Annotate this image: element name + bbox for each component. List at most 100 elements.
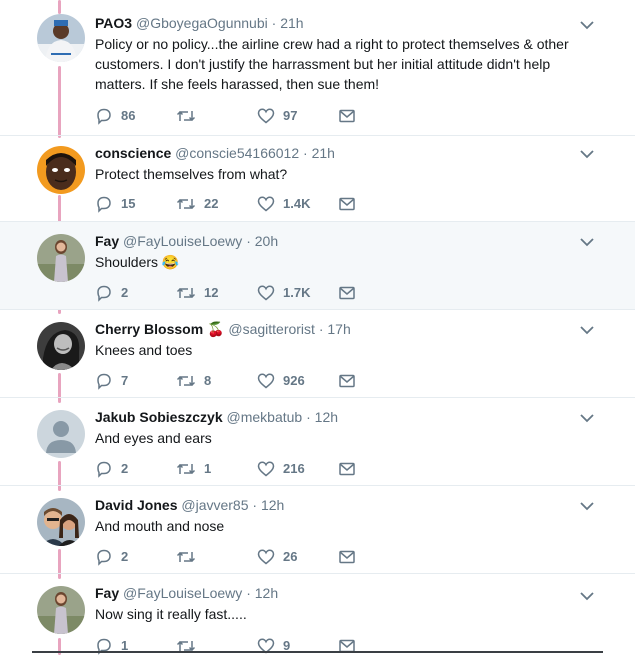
envelope-icon (339, 109, 355, 123)
timestamp[interactable]: 17h (327, 321, 350, 337)
avatar[interactable] (37, 586, 85, 634)
display-name[interactable]: Jakub Sobieszczyk (95, 409, 223, 425)
retweet-icon (176, 287, 196, 299)
envelope-icon (339, 462, 355, 476)
retweet-button[interactable] (176, 548, 257, 566)
avatar[interactable] (37, 498, 85, 546)
user-handle[interactable]: @sagitterorist (228, 321, 315, 337)
reply-button[interactable]: 15 (95, 195, 176, 213)
reply-count: 86 (121, 108, 136, 123)
retweet-count: 1 (204, 461, 212, 476)
direct-message-button[interactable] (338, 548, 364, 566)
chevron-down-icon[interactable] (579, 146, 595, 162)
envelope-icon (339, 550, 355, 564)
tweet[interactable]: Fay @FayLouiseLoewy · 20h Shoulders 😂 2 … (0, 222, 635, 310)
tweet[interactable]: PAO3 @GboyegaOgunnubi · 21h Policy or no… (0, 0, 635, 136)
chevron-down-icon[interactable] (579, 322, 595, 338)
chevron-down-icon[interactable] (579, 498, 595, 514)
reply-count: 2 (121, 461, 129, 476)
like-count: 216 (283, 461, 305, 476)
reply-count: 2 (121, 285, 129, 300)
chevron-down-icon[interactable] (579, 588, 595, 604)
reply-icon (97, 108, 111, 125)
chevron-down-icon[interactable] (579, 234, 595, 250)
envelope-icon (339, 197, 355, 211)
avatar[interactable] (37, 146, 85, 194)
tweet-text: Policy or no policy...the airline crew h… (95, 36, 569, 92)
reply-count: 15 (121, 196, 136, 211)
like-button[interactable]: 1.4K (257, 195, 338, 213)
direct-message-button[interactable] (338, 284, 364, 302)
display-name[interactable]: David Jones (95, 497, 177, 513)
timestamp[interactable]: 12h (255, 585, 278, 601)
display-name[interactable]: Fay (95, 585, 119, 601)
retweet-count: 8 (204, 373, 212, 388)
reply-button[interactable]: 2 (95, 460, 176, 478)
like-button[interactable]: 97 (257, 107, 338, 125)
divider (32, 651, 603, 653)
display-name[interactable]: conscience (95, 145, 171, 161)
like-count: 1.7K (283, 285, 311, 300)
direct-message-button[interactable] (338, 372, 364, 390)
heart-icon (257, 285, 275, 301)
like-count: 926 (283, 373, 305, 388)
retweet-icon (176, 198, 196, 210)
user-handle[interactable]: @GboyegaOgunnubi (136, 15, 268, 31)
retweet-icon (176, 375, 196, 387)
tweet-text: And eyes and ears (95, 430, 212, 446)
avatar[interactable] (37, 410, 85, 458)
reply-icon (97, 285, 111, 302)
retweet-button[interactable]: 1 (176, 460, 257, 478)
timestamp[interactable]: 21h (280, 15, 303, 31)
tweet[interactable]: David Jones @javver85 · 12h And mouth an… (0, 486, 635, 574)
avatar[interactable] (37, 322, 85, 370)
user-handle[interactable]: @FayLouiseLoewy (123, 585, 242, 601)
reply-icon (97, 461, 111, 478)
retweet-count: 22 (204, 196, 219, 211)
reply-button[interactable]: 2 (95, 548, 176, 566)
like-count: 97 (283, 108, 298, 123)
direct-message-button[interactable] (338, 460, 364, 478)
like-button[interactable]: 1.7K (257, 284, 338, 302)
user-handle[interactable]: @FayLouiseLoewy (123, 233, 242, 249)
like-button[interactable]: 926 (257, 372, 338, 390)
chevron-down-icon[interactable] (579, 17, 595, 33)
display-name[interactable]: Fay (95, 233, 119, 249)
timestamp[interactable]: 21h (312, 145, 335, 161)
retweet-button[interactable]: 12 (176, 284, 257, 302)
tweet[interactable]: Fay @FayLouiseLoewy · 12h Now sing it re… (0, 574, 635, 655)
user-handle[interactable]: @javver85 (181, 497, 248, 513)
reply-button[interactable]: 86 (95, 107, 176, 125)
reply-button[interactable]: 7 (95, 372, 176, 390)
avatar[interactable] (37, 14, 85, 62)
reply-icon (97, 549, 111, 566)
avatar[interactable] (37, 234, 85, 282)
retweet-button[interactable] (176, 107, 257, 125)
tweet-text: Now sing it really fast..... (95, 606, 247, 622)
chevron-down-icon[interactable] (579, 410, 595, 426)
timestamp[interactable]: 20h (255, 233, 278, 249)
tweet[interactable]: conscience @conscie54166012 · 21h Protec… (0, 136, 635, 222)
user-handle[interactable]: @mekbatub (227, 409, 303, 425)
tweet[interactable]: Cherry Blossom 🍒 @sagitterorist · 17h Kn… (0, 310, 635, 398)
retweet-button[interactable]: 8 (176, 372, 257, 390)
direct-message-button[interactable] (338, 107, 364, 125)
display-name[interactable]: PAO3 (95, 15, 132, 31)
envelope-icon (339, 286, 355, 300)
heart-icon (257, 549, 275, 565)
like-button[interactable]: 216 (257, 460, 338, 478)
retweet-count: 12 (204, 285, 219, 300)
retweet-button[interactable]: 22 (176, 195, 257, 213)
direct-message-button[interactable] (338, 195, 364, 213)
retweet-icon (176, 463, 196, 475)
heart-icon (257, 461, 275, 477)
retweet-icon (176, 110, 196, 122)
like-button[interactable]: 26 (257, 548, 338, 566)
retweet-icon (176, 551, 196, 563)
timestamp[interactable]: 12h (315, 409, 338, 425)
timestamp[interactable]: 12h (261, 497, 284, 513)
reply-button[interactable]: 2 (95, 284, 176, 302)
user-handle[interactable]: @conscie54166012 (175, 145, 299, 161)
tweet[interactable]: Jakub Sobieszczyk @mekbatub · 12h And ey… (0, 398, 635, 486)
display-name[interactable]: Cherry Blossom 🍒 (95, 321, 224, 337)
